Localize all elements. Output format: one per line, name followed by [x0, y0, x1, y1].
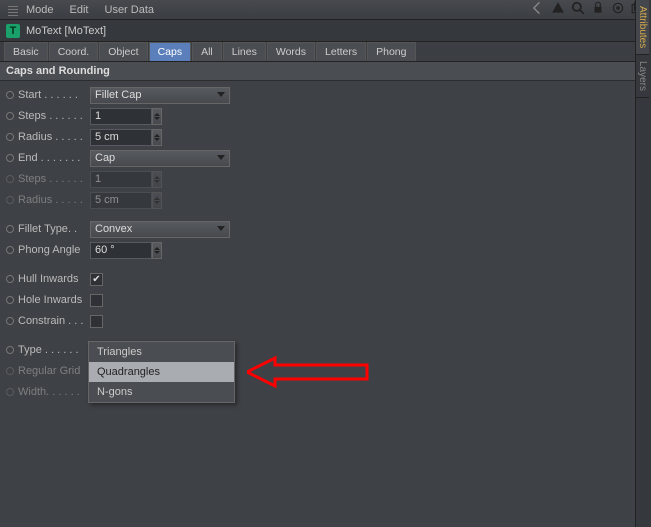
menu-userdata[interactable]: User Data [105, 4, 155, 16]
select-fillet[interactable]: Convex [90, 221, 230, 238]
side-tab-bar: Attributes Layers [635, 0, 651, 527]
tab-words[interactable]: Words [267, 42, 315, 61]
option-ngons[interactable]: N-gons [89, 382, 234, 402]
input-steps[interactable]: 1 [90, 108, 152, 125]
row-start: Start . . . . . . Fillet Cap [6, 85, 645, 105]
label-regular: Regular Grid [18, 365, 90, 377]
bullet-icon[interactable] [6, 317, 14, 325]
label-phong: Phong Angle [18, 244, 90, 256]
option-quadrangles[interactable]: Quadrangles [89, 362, 234, 382]
row-end: End . . . . . . . Cap [6, 148, 645, 168]
spinner-radius-d [152, 192, 162, 209]
row-hull-inwards: Hull Inwards ✔ [6, 269, 645, 289]
motext-icon: T [6, 24, 20, 38]
menu-edit[interactable]: Edit [70, 4, 89, 16]
bullet-icon [6, 367, 14, 375]
chevron-down-icon [217, 155, 225, 160]
label-fillet: Fillet Type. . [18, 223, 90, 235]
bullet-icon[interactable] [6, 275, 14, 283]
check-constrain[interactable] [90, 315, 103, 328]
object-title: MoText [MoText] [26, 25, 106, 37]
nav-back-icon[interactable] [531, 1, 545, 18]
check-hole[interactable] [90, 294, 103, 307]
search-icon[interactable] [571, 1, 585, 18]
row-radius: Radius . . . . . 5 cm [6, 127, 645, 147]
label-width: Width. . . . . . [18, 386, 90, 398]
label-radius-d: Radius . . . . . [18, 194, 90, 206]
row-fillet-type: Fillet Type. . Convex [6, 219, 645, 239]
input-radius-d: 5 cm [90, 192, 152, 209]
bullet-icon[interactable] [6, 154, 14, 162]
label-steps: Steps . . . . . . [18, 110, 90, 122]
row-constrain: Constrain . . . [6, 311, 645, 331]
bullet-icon[interactable] [6, 91, 14, 99]
tab-object[interactable]: Object [99, 42, 147, 61]
bullet-icon[interactable] [6, 112, 14, 120]
input-radius[interactable]: 5 cm [90, 129, 152, 146]
row-radius-disabled: Radius . . . . . 5 cm [6, 190, 645, 210]
tab-basic[interactable]: Basic [4, 42, 48, 61]
row-hole-inwards: Hole Inwards [6, 290, 645, 310]
label-hole: Hole Inwards [18, 294, 90, 306]
bullet-icon[interactable] [6, 133, 14, 141]
tab-letters[interactable]: Letters [316, 42, 366, 61]
type-dropdown[interactable]: Triangles Quadrangles N-gons [88, 341, 235, 403]
option-triangles[interactable]: Triangles [89, 342, 234, 362]
label-radius: Radius . . . . . [18, 131, 90, 143]
lock-icon[interactable] [591, 1, 605, 18]
bullet-icon [6, 196, 14, 204]
input-phong[interactable]: 60 ° [90, 242, 152, 259]
bullet-icon [6, 175, 14, 183]
chevron-down-icon [217, 226, 225, 231]
bullet-icon[interactable] [6, 246, 14, 254]
label-steps-d: Steps . . . . . . [18, 173, 90, 185]
group-header: Caps and Rounding [0, 62, 651, 81]
tab-caps[interactable]: Caps [149, 42, 192, 61]
check-hull[interactable]: ✔ [90, 273, 103, 286]
bullet-icon[interactable] [6, 225, 14, 233]
side-tab-attributes[interactable]: Attributes [636, 0, 649, 55]
side-tab-layers[interactable]: Layers [636, 55, 649, 98]
object-header: T MoText [MoText] [0, 20, 651, 42]
bullet-icon [6, 388, 14, 396]
label-type: Type . . . . . . [18, 344, 90, 356]
row-phong-angle: Phong Angle 60 ° [6, 240, 645, 260]
select-start[interactable]: Fillet Cap [90, 87, 230, 104]
menu-bar: Mode Edit User Data [0, 0, 651, 20]
bullet-icon[interactable] [6, 296, 14, 304]
tab-bar: Basic Coord. Object Caps All Lines Words… [0, 42, 651, 62]
chevron-down-icon [217, 92, 225, 97]
input-steps-d: 1 [90, 171, 152, 188]
nav-up-icon[interactable] [551, 1, 565, 18]
select-end[interactable]: Cap [90, 150, 230, 167]
label-end: End . . . . . . . [18, 152, 90, 164]
label-constrain: Constrain . . . [18, 315, 90, 327]
menu-mode[interactable]: Mode [26, 4, 54, 16]
spinner-steps[interactable] [152, 108, 162, 125]
tab-lines[interactable]: Lines [223, 42, 266, 61]
row-steps-disabled: Steps . . . . . . 1 [6, 169, 645, 189]
tab-all[interactable]: All [192, 42, 222, 61]
target-icon[interactable] [611, 1, 625, 18]
row-steps: Steps . . . . . . 1 [6, 106, 645, 126]
label-hull: Hull Inwards [18, 273, 90, 285]
bullet-icon[interactable] [6, 346, 14, 354]
tab-coord[interactable]: Coord. [49, 42, 99, 61]
spinner-steps-d [152, 171, 162, 188]
label-start: Start . . . . . . [18, 89, 90, 101]
drag-handle-icon[interactable] [8, 4, 18, 16]
spinner-radius[interactable] [152, 129, 162, 146]
tab-phong[interactable]: Phong [367, 42, 415, 61]
spinner-phong[interactable] [152, 242, 162, 259]
